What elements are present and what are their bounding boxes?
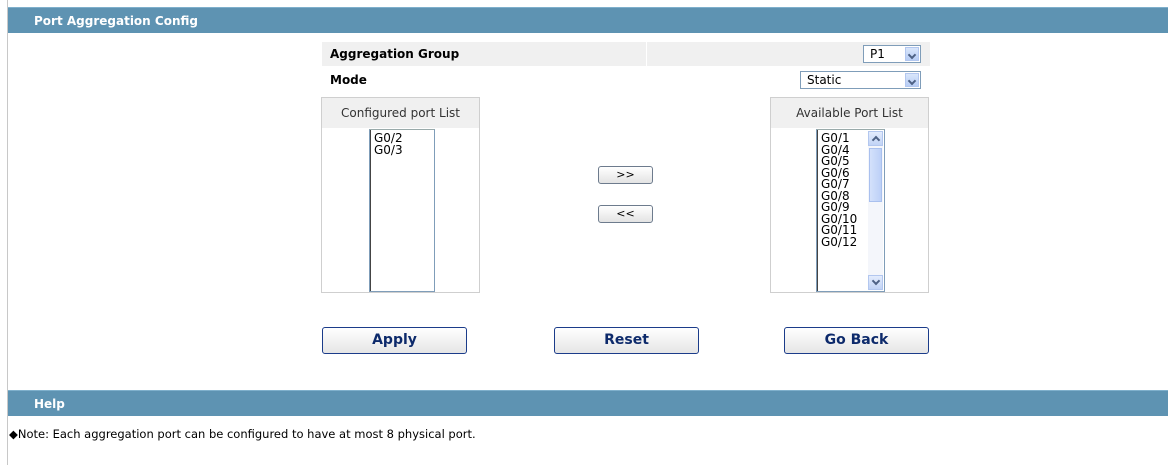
available-port-listbox[interactable]: G0/1 G0/4 G0/5 G0/6 G0/7 G0/8 G0/9 G0/10… bbox=[816, 129, 885, 292]
row-divider bbox=[646, 42, 647, 66]
go-back-button[interactable]: Go Back bbox=[784, 327, 929, 354]
help-section-title: Help bbox=[34, 397, 65, 411]
configured-port-panel: Configured port List G0/2 G0/3 bbox=[321, 97, 480, 293]
scroll-up-icon[interactable] bbox=[868, 131, 883, 146]
aggregation-group-value: P1 bbox=[870, 47, 885, 61]
chevron-down-icon[interactable] bbox=[905, 73, 919, 87]
listbox-scrollbar[interactable] bbox=[868, 131, 883, 290]
remove-port-button[interactable]: << bbox=[598, 205, 653, 223]
mode-row: Mode Static bbox=[322, 68, 930, 92]
mode-select[interactable]: Static bbox=[800, 71, 921, 89]
help-note-text: ◆Note: Each aggregation port can be conf… bbox=[9, 427, 476, 441]
help-section-header: Help bbox=[8, 390, 1168, 416]
aggregation-group-row: Aggregation Group P1 bbox=[322, 42, 930, 66]
scroll-thumb[interactable] bbox=[869, 148, 882, 202]
chevron-down-icon[interactable] bbox=[905, 47, 919, 61]
add-port-button[interactable]: >> bbox=[598, 166, 653, 184]
mode-value: Static bbox=[807, 73, 842, 87]
aggregation-group-label: Aggregation Group bbox=[330, 47, 460, 61]
configured-port-header: Configured port List bbox=[322, 98, 479, 128]
config-section-header: Port Aggregation Config bbox=[8, 7, 1168, 33]
list-item[interactable]: G0/3 bbox=[370, 144, 434, 157]
available-port-header: Available Port List bbox=[771, 98, 928, 128]
configured-port-listbox[interactable]: G0/2 G0/3 bbox=[369, 129, 435, 292]
config-section-title: Port Aggregation Config bbox=[34, 14, 198, 28]
available-port-panel: Available Port List G0/1 G0/4 G0/5 G0/6 … bbox=[770, 97, 929, 293]
reset-button[interactable]: Reset bbox=[554, 327, 699, 354]
aggregation-group-select[interactable]: P1 bbox=[863, 45, 921, 63]
mode-label: Mode bbox=[330, 73, 367, 87]
scroll-down-icon[interactable] bbox=[868, 275, 883, 290]
apply-button[interactable]: Apply bbox=[322, 327, 467, 354]
